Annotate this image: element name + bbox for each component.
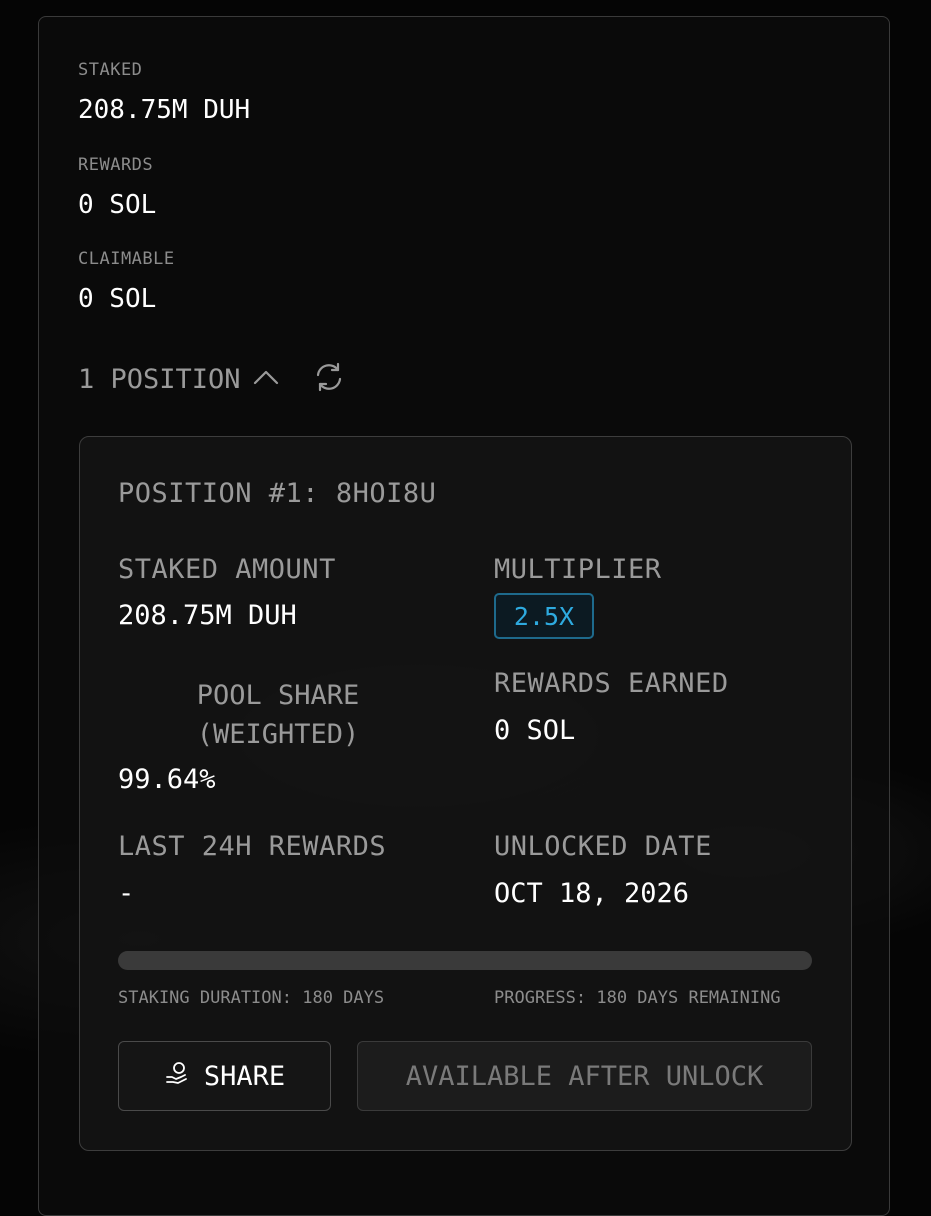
staked-amount-label: STAKED AMOUNT bbox=[118, 554, 336, 585]
pool-share-label-line1: POOL SHARE bbox=[196, 680, 360, 711]
rewards-label: REWARDS bbox=[78, 155, 154, 175]
rewards-value: 0 SOL bbox=[78, 190, 157, 220]
claimable-label: CLAIMABLE bbox=[78, 249, 175, 269]
pool-share-label-line2: (WEIGHTED) bbox=[196, 719, 360, 750]
pool-share-value: 99.64% bbox=[118, 764, 216, 795]
claim-unlock-button: AVAILABLE AFTER UNLOCK bbox=[357, 1041, 812, 1111]
rewards-earned-value: 0 SOL bbox=[494, 715, 576, 746]
chevron-up-icon bbox=[251, 362, 281, 396]
share-button-label: SHARE bbox=[203, 1060, 286, 1092]
staking-progress-bar bbox=[118, 951, 812, 970]
progress-remaining-text: PROGRESS: 180 DAYS REMAINING bbox=[494, 988, 781, 1008]
staked-value: 208.75M DUH bbox=[78, 95, 251, 125]
refresh-button[interactable] bbox=[312, 362, 346, 396]
staked-amount-value: 208.75M DUH bbox=[118, 600, 297, 631]
positions-count-label: 1 POSITION bbox=[78, 363, 241, 395]
staking-duration-text: STAKING DURATION: 180 DAYS bbox=[118, 988, 385, 1008]
coins-hand-icon bbox=[164, 1060, 190, 1093]
rewards-earned-label: REWARDS EARNED bbox=[494, 668, 729, 699]
share-button[interactable]: SHARE bbox=[118, 1041, 331, 1111]
multiplier-label: MULTIPLIER bbox=[494, 554, 662, 585]
last24h-rewards-label: LAST 24H REWARDS bbox=[118, 831, 387, 862]
refresh-icon bbox=[313, 361, 345, 397]
staked-label: STAKED bbox=[78, 60, 143, 80]
position-title: POSITION #1: 8HOI8U bbox=[118, 478, 437, 509]
unlocked-date-value: OCT 18, 2026 bbox=[494, 878, 690, 909]
unlocked-date-label: UNLOCKED DATE bbox=[494, 831, 712, 862]
claimable-value: 0 SOL bbox=[78, 284, 157, 314]
positions-toggle[interactable]: 1 POSITION bbox=[78, 362, 281, 396]
pool-share-label: POOL SHARE (WEIGHTED) bbox=[160, 676, 396, 754]
multiplier-badge: 2.5X bbox=[494, 593, 594, 639]
last24h-rewards-value: - bbox=[118, 878, 135, 909]
